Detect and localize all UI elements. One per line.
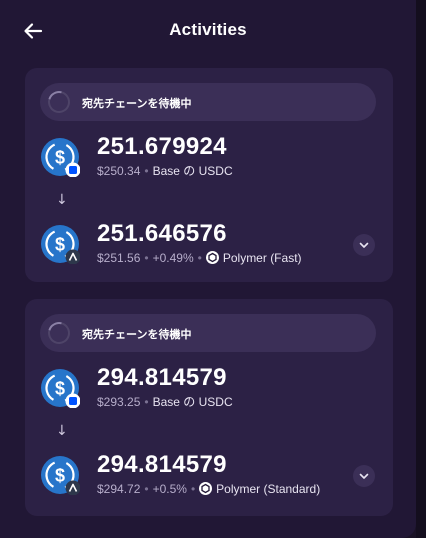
source-meta: $293.25 • Base の USDC	[97, 395, 233, 409]
usdc-base-icon: $	[41, 369, 80, 408]
usdc-arbitrum-icon: $	[41, 225, 80, 264]
source-description: Base の USDC	[152, 164, 233, 178]
arrow-down-icon: ↓	[56, 423, 68, 439]
activities-panel: Activities 宛先チェーンを待機中 $ 251.679924 $250.…	[0, 0, 416, 538]
activity-card[interactable]: 宛先チェーンを待機中 $ 251.679924 $250.34 • Base の U…	[25, 68, 393, 282]
activity-card[interactable]: 宛先チェーンを待機中 $ 294.814579 $293.25 • Base の U…	[25, 299, 393, 516]
polymer-icon	[205, 251, 219, 264]
svg-text:$: $	[55, 235, 65, 255]
usdc-arbitrum-icon: $	[41, 456, 80, 495]
destination-token-row: $ 251.646576 $251.56 • +0.49% • Polymer (Fa…	[40, 220, 380, 270]
separator-dot: •	[144, 482, 149, 496]
status-pill: 宛先チェーンを待機中	[40, 83, 376, 121]
source-token-row: $ 251.679924 $250.34 • Base の USDC	[40, 133, 380, 183]
destination-usd-value: $251.56	[97, 251, 141, 265]
destination-meta: $294.72 • +0.5% • Polymer (Standard)	[97, 482, 320, 496]
source-amount: 251.679924	[97, 133, 227, 160]
separator-dot: •	[144, 251, 149, 265]
window-edge	[416, 0, 426, 538]
source-amount: 294.814579	[97, 364, 227, 391]
expand-button[interactable]	[353, 234, 375, 256]
svg-text:$: $	[55, 466, 65, 486]
chevron-down-icon	[359, 473, 369, 479]
spinner-icon	[43, 86, 75, 118]
price-change: +0.5%	[152, 482, 187, 496]
price-change: +0.49%	[152, 251, 194, 265]
status-text: 宛先チェーンを待機中	[82, 98, 192, 110]
destination-meta: $251.56 • +0.49% • Polymer (Fast)	[97, 251, 302, 265]
separator-dot: •	[144, 164, 149, 178]
destination-token-row: $ 294.814579 $294.72 • +0.5% • Polymer (Sta…	[40, 451, 380, 501]
status-pill: 宛先チェーンを待機中	[40, 314, 376, 352]
source-usd-value: $293.25	[97, 395, 141, 409]
source-meta: $250.34 • Base の USDC	[97, 164, 233, 178]
arrow-down-icon: ↓	[56, 192, 68, 208]
svg-text:$: $	[55, 379, 65, 399]
destination-amount: 251.646576	[97, 220, 227, 247]
usdc-base-icon: $	[41, 138, 80, 177]
polymer-icon	[199, 482, 213, 495]
source-description: Base の USDC	[152, 395, 233, 409]
spinner-icon	[43, 317, 75, 349]
source-usd-value: $250.34	[97, 164, 141, 178]
destination-amount: 294.814579	[97, 451, 227, 478]
chevron-down-icon	[359, 242, 369, 248]
separator-dot: •	[197, 251, 202, 265]
provider-name: Polymer (Fast)	[222, 251, 302, 265]
status-text: 宛先チェーンを待機中	[82, 329, 192, 341]
page-title: Activities	[169, 20, 247, 39]
source-token-row: $ 294.814579 $293.25 • Base の USDC	[40, 364, 380, 414]
header: Activities	[0, 0, 416, 62]
provider-name: Polymer (Standard)	[216, 482, 321, 496]
svg-text:$: $	[55, 148, 65, 168]
separator-dot: •	[190, 482, 196, 496]
separator-dot: •	[144, 395, 149, 409]
destination-usd-value: $294.72	[97, 482, 141, 496]
expand-button[interactable]	[353, 465, 375, 487]
